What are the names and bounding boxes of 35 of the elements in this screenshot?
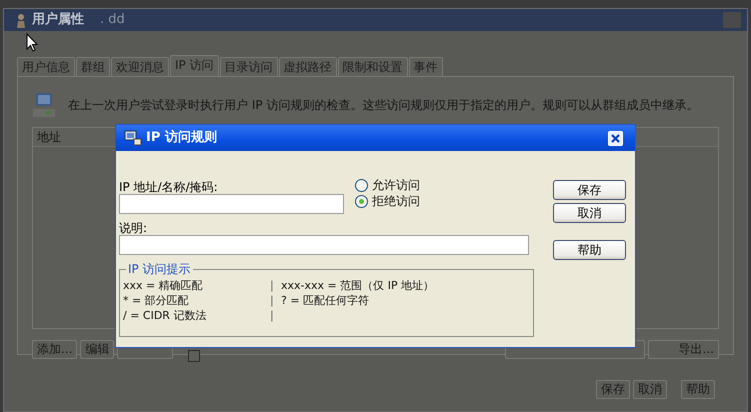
hint-text: * = 部分匹配 [123, 293, 190, 308]
dialog-button[interactable]: 帮助 [553, 240, 626, 260]
tab[interactable]: 群组 [76, 57, 110, 76]
tab[interactable]: 用户信息 [17, 57, 75, 76]
dialog-title: IP 访问规则 [146, 128, 217, 148]
hint-text: xxx-xxx = 范围（仅 IP 地址） [281, 278, 434, 293]
radio-option[interactable]: 允许访问 [355, 177, 420, 193]
field-label: 说明: [119, 221, 148, 235]
separator: | [270, 293, 275, 308]
info-text: 在上一次用户尝试登录时执行用户 IP 访问规则的检查。这些访问规则仅用于指定的用户。规则可以从群组成员中继承。 [68, 97, 698, 114]
tab[interactable]: 虚拟路径 [278, 57, 337, 76]
tab[interactable]: 事件 [408, 57, 443, 76]
window-title: 用户属性 [32, 10, 84, 30]
window-subtitle: . dd [100, 11, 125, 30]
dialog-button[interactable]: 保存 [553, 180, 626, 200]
export-button[interactable]: 导出... [648, 340, 719, 358]
list-button[interactable]: 添加... [32, 340, 78, 358]
footer-button[interactable]: 取消 [633, 380, 667, 399]
tab[interactable]: 限制和设置 [338, 57, 408, 76]
hint-text: / = CIDR 记数法 [123, 308, 208, 323]
column-header[interactable]: 地址 [37, 130, 61, 144]
field-label: IP 地址/名称/掩码: [119, 180, 219, 194]
list-button[interactable]: 编辑 [80, 340, 114, 358]
separator: | [270, 308, 275, 323]
hint-text: xxx = 精确匹配 [123, 278, 204, 293]
tab[interactable]: IP 访问 [170, 55, 219, 76]
footer-button[interactable]: 保存 [596, 380, 630, 399]
group-title: IP 访问提示 [126, 262, 193, 276]
separator: | [270, 278, 275, 293]
tab[interactable]: 欢迎消息 [111, 57, 169, 76]
dialog-button[interactable]: 取消 [553, 203, 626, 223]
footer-button[interactable]: 帮助 [681, 380, 715, 399]
hint-text: ? = 匹配任何字符 [281, 293, 370, 308]
tab[interactable]: 目录访问 [220, 57, 278, 76]
radio-option[interactable]: 拒绝访问 [355, 193, 420, 209]
